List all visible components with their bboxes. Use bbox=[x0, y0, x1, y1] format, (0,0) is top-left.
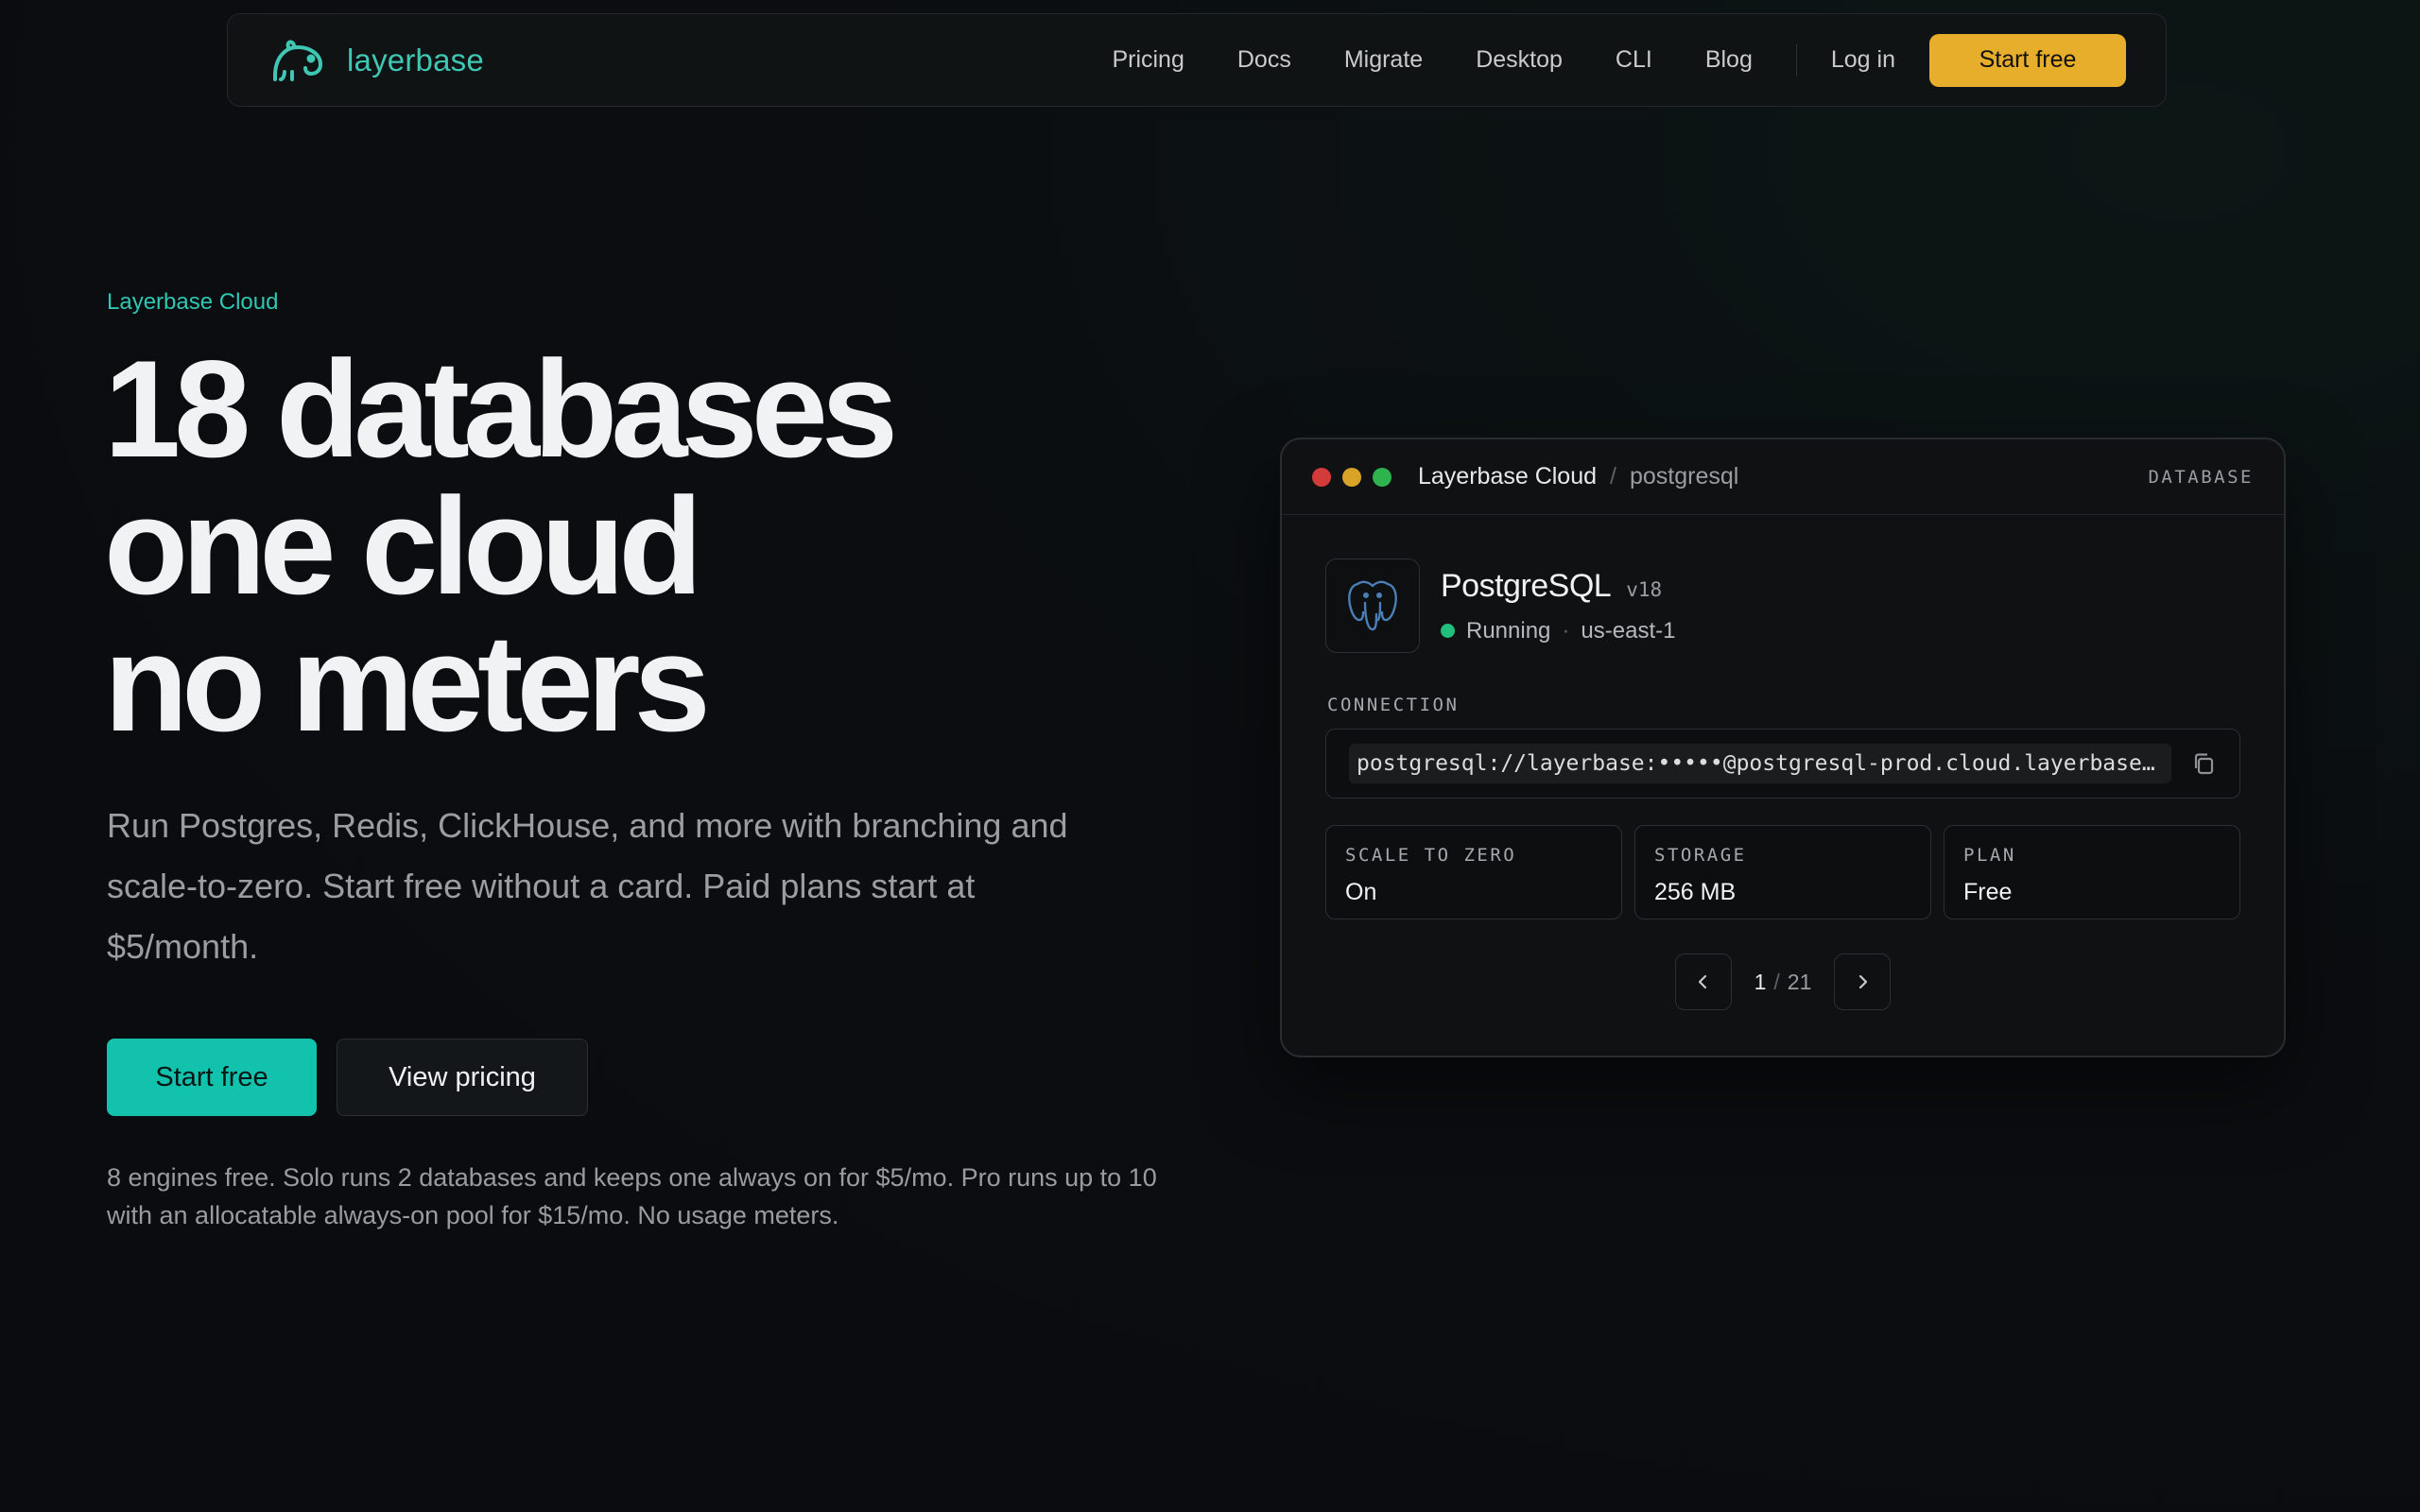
database-status-row: Running · us-east-1 bbox=[1441, 618, 1675, 644]
stat-value: 256 MB bbox=[1654, 879, 1737, 905]
hero-footnote: 8 engines free. Solo runs 2 databases an… bbox=[107, 1163, 1157, 1229]
pager-current: 1 bbox=[1754, 969, 1767, 994]
chevron-right-icon[interactable] bbox=[1834, 954, 1891, 1010]
view-pricing-button[interactable]: View pricing bbox=[337, 1039, 588, 1116]
database-name: PostgreSQL bbox=[1441, 567, 1612, 604]
brand-name: layerbase bbox=[347, 42, 484, 77]
postgresql-elephant-icon bbox=[1325, 558, 1420, 653]
nav-link-blog[interactable]: Blog bbox=[1705, 46, 1753, 74]
stat-storage: STORAGE 256 MB bbox=[1634, 825, 1931, 919]
hero-subtext: Run Postgres, Redis, ClickHouse, and mor… bbox=[107, 806, 1068, 966]
window-maximize-dot bbox=[1373, 467, 1392, 487]
database-region: us-east-1 bbox=[1581, 617, 1676, 644]
database-name-row: PostgreSQL v18 bbox=[1441, 568, 1675, 605]
chevron-left-icon[interactable] bbox=[1675, 954, 1732, 1010]
database-summary: PostgreSQL v18 Running · us-east-1 bbox=[1325, 558, 1675, 653]
hero-eyebrow: Layerbase Cloud bbox=[107, 289, 279, 315]
nav-link-desktop[interactable]: Desktop bbox=[1476, 46, 1563, 74]
login-link[interactable]: Log in bbox=[1831, 46, 1895, 74]
connection-field: postgresql://layerbase:•••••@postgresql-… bbox=[1325, 729, 2240, 799]
status-separator: · bbox=[1562, 617, 1570, 644]
window-minimize-dot bbox=[1342, 467, 1361, 487]
stat-label: STORAGE bbox=[1654, 845, 1747, 866]
connection-string-wrapper[interactable]: postgresql://layerbase:•••••@postgresql-… bbox=[1349, 744, 2171, 783]
card-breadcrumb-current: postgresql bbox=[1629, 463, 1739, 490]
card-breadcrumb-root: Layerbase Cloud bbox=[1418, 463, 1598, 490]
card-header: Layerbase Cloud / postgresql DATABASE bbox=[1282, 439, 2284, 515]
hero-headline: 18 databases one cloud no meters bbox=[104, 332, 898, 760]
stat-label: PLAN bbox=[1963, 845, 2016, 866]
nav-link-pricing[interactable]: Pricing bbox=[1112, 46, 1184, 74]
headline-line-2: one cloud bbox=[104, 469, 702, 623]
stat-scale-to-zero: SCALE TO ZERO On bbox=[1325, 825, 1622, 919]
nav-divider bbox=[1795, 43, 1797, 77]
database-preview-card: Layerbase Cloud / postgresql DATABASE Po… bbox=[1280, 438, 2286, 1057]
copy-icon[interactable] bbox=[2187, 747, 2221, 781]
breadcrumb-separator: / bbox=[1610, 463, 1616, 490]
stat-plan: PLAN Free bbox=[1944, 825, 2240, 919]
stat-value: On bbox=[1345, 879, 1377, 905]
status-running-dot bbox=[1441, 624, 1455, 638]
pager-indicator: 1 / 21 bbox=[1732, 970, 1834, 995]
elephant-logo-icon bbox=[269, 38, 328, 83]
connection-label: CONNECTION bbox=[1327, 695, 1460, 715]
database-stats: SCALE TO ZERO On STORAGE 256 MB PLAN Fre… bbox=[1325, 825, 2240, 919]
top-navbar: layerbase Pricing Docs Migrate Desktop C… bbox=[227, 13, 2167, 107]
connection-string: postgresql://layerbase:•••••@postgresql-… bbox=[1357, 751, 2162, 776]
nav-start-free-button[interactable]: Start free bbox=[1929, 33, 2126, 87]
nav-link-migrate[interactable]: Migrate bbox=[1344, 46, 1423, 74]
headline-line-1: 18 databases bbox=[104, 332, 898, 486]
nav-link-docs[interactable]: Docs bbox=[1237, 46, 1291, 74]
pager-total: 21 bbox=[1787, 969, 1812, 994]
hero-start-free-button[interactable]: Start free bbox=[107, 1039, 317, 1116]
brand-link[interactable]: layerbase bbox=[269, 38, 484, 83]
database-info: PostgreSQL v18 Running · us-east-1 bbox=[1441, 568, 1675, 644]
database-pager: 1 / 21 bbox=[1675, 954, 1891, 1010]
stat-value: Free bbox=[1963, 879, 2013, 905]
pager-slash: / bbox=[1773, 969, 1780, 994]
database-version: v18 bbox=[1626, 577, 1663, 601]
window-close-dot bbox=[1312, 467, 1331, 487]
headline-line-3: no meters bbox=[104, 606, 711, 760]
database-status: Running bbox=[1466, 617, 1551, 644]
stat-label: SCALE TO ZERO bbox=[1345, 845, 1517, 866]
card-type-tag: DATABASE bbox=[2148, 466, 2254, 488]
nav-links: Pricing Docs Migrate Desktop CLI Blog bbox=[1112, 46, 1752, 74]
nav-link-cli[interactable]: CLI bbox=[1616, 46, 1652, 74]
